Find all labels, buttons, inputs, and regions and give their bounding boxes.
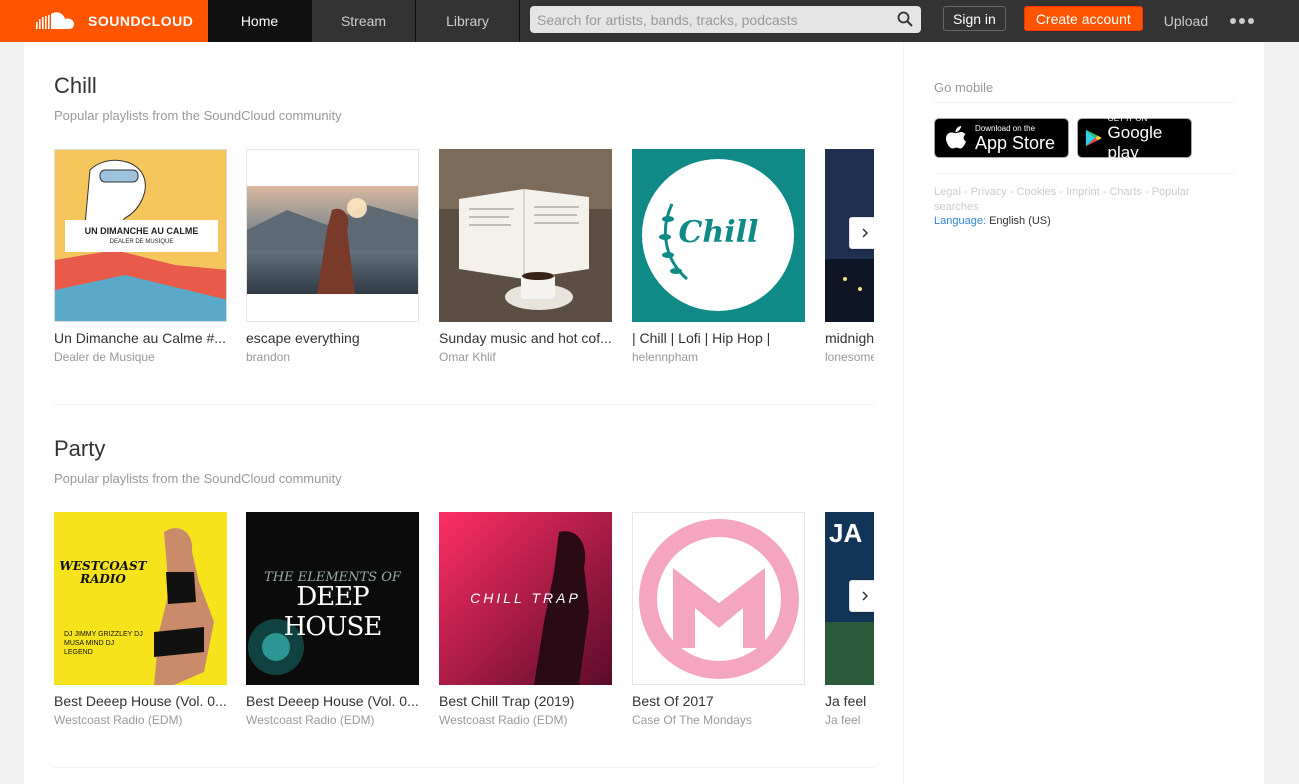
playlist-user[interactable]: Dealer de Musique bbox=[54, 350, 227, 364]
google-play-badge[interactable]: GET IT ON Google play bbox=[1077, 114, 1192, 162]
section-subtitle: Popular playlists from the SoundCloud co… bbox=[54, 108, 342, 123]
playlist-user[interactable]: Omar Khlif bbox=[439, 350, 612, 364]
chevron-right-icon bbox=[862, 228, 869, 238]
playlist-card[interactable]: UN DIMANCHE AU CALME DEALER DE MUSIQUE U… bbox=[54, 149, 227, 364]
playlist-row: UN DIMANCHE AU CALME DEALER DE MUSIQUE U… bbox=[54, 149, 874, 379]
playlist-title[interactable]: Best Chill Trap (2019) bbox=[439, 693, 612, 709]
language-value[interactable]: English (US) bbox=[989, 215, 1051, 227]
upload-link[interactable]: Upload bbox=[1164, 0, 1208, 42]
carousel-next-button[interactable] bbox=[849, 580, 874, 612]
tab-stream[interactable]: Stream bbox=[312, 0, 416, 42]
apple-icon bbox=[946, 126, 966, 149]
carousel-next-button[interactable] bbox=[849, 217, 874, 249]
playlist-title[interactable]: Un Dimanche au Calme #... bbox=[54, 330, 227, 346]
artwork-subtext: DEEP HOUSE bbox=[283, 582, 383, 642]
artwork-subtext: DEALER DE MUSIQUE bbox=[109, 239, 174, 245]
playlist-card[interactable]: escape everything brandon bbox=[246, 149, 419, 364]
right-sidebar: Go mobile Download on the App Store GET … bbox=[903, 42, 1264, 784]
language-label: Language: bbox=[934, 215, 986, 227]
search-box bbox=[530, 6, 921, 33]
cloud-logo-icon bbox=[36, 12, 74, 29]
chevron-right-icon bbox=[862, 591, 869, 601]
google-play-icon bbox=[1085, 129, 1102, 147]
playlist-title[interactable]: Best Deeep House (Vol. 0... bbox=[246, 693, 419, 709]
playlist-artwork[interactable] bbox=[439, 149, 612, 322]
logo-text: SOUNDCLOUD bbox=[88, 13, 194, 29]
privacy-link[interactable]: Privacy bbox=[971, 186, 1007, 198]
legal-link[interactable]: Legal bbox=[934, 186, 961, 198]
artwork-subtext: DJ JIMMY GRIZZLEY DJ MUSA MIND DJ LEGEND bbox=[64, 631, 143, 656]
tab-home[interactable]: Home bbox=[208, 0, 312, 42]
playlist-artwork[interactable]: Chill bbox=[632, 149, 805, 322]
imprint-link[interactable]: Imprint bbox=[1066, 186, 1100, 198]
playlist-artwork[interactable] bbox=[632, 512, 805, 685]
playlist-artwork[interactable] bbox=[246, 149, 419, 322]
search-icon[interactable] bbox=[897, 11, 913, 27]
playlist-title[interactable]: midnigh bbox=[825, 330, 874, 346]
playlist-user[interactable]: Westcoast Radio (EDM) bbox=[439, 713, 612, 727]
playlist-title[interactable]: escape everything bbox=[246, 330, 419, 346]
section-subtitle: Popular playlists from the SoundCloud co… bbox=[54, 471, 342, 486]
playlist-card[interactable]: WESTCOAST RADIO DJ JIMMY GRIZZLEY DJ MUS… bbox=[54, 512, 227, 727]
artwork-text: Chill bbox=[678, 215, 759, 250]
language-selector[interactable]: Language: English (US) bbox=[934, 215, 1051, 227]
charts-link[interactable]: Charts bbox=[1109, 186, 1141, 198]
playlist-card[interactable]: JA Ja feel Ja feel bbox=[825, 512, 874, 727]
playlist-card[interactable]: Chill | Chill | Lofi | Hip Hop | helennp… bbox=[632, 149, 805, 364]
top-header: SOUNDCLOUD Home Stream Library Sign in C… bbox=[0, 0, 1299, 42]
playlist-title[interactable]: Sunday music and hot cof... bbox=[439, 330, 612, 346]
playlist-artwork[interactable]: CHILL TRAP bbox=[439, 512, 612, 685]
google-play-big: Google play bbox=[1107, 122, 1163, 162]
main-panel: Chill Popular playlists from the SoundCl… bbox=[24, 42, 1264, 784]
playlist-user[interactable]: Westcoast Radio (EDM) bbox=[246, 713, 419, 727]
playlist-title[interactable]: Best Of 2017 bbox=[632, 693, 805, 709]
search-input[interactable] bbox=[530, 6, 921, 33]
playlist-user[interactable]: Ja feel bbox=[825, 713, 874, 727]
playlist-card[interactable]: THE ELEMENTS OF DEEP HOUSE Best Deeep Ho… bbox=[246, 512, 419, 727]
playlist-card[interactable]: CHILL TRAP Best Chill Trap (2019) Westco… bbox=[439, 512, 612, 727]
playlist-user[interactable]: lonesome bbox=[825, 350, 874, 364]
playlist-title[interactable]: Best Deeep House (Vol. 0... bbox=[54, 693, 227, 709]
playlist-user[interactable]: Westcoast Radio (EDM) bbox=[54, 713, 227, 727]
sign-in-button[interactable]: Sign in bbox=[943, 6, 1006, 31]
artwork-text: CHILL TRAP bbox=[470, 590, 581, 606]
cookies-link[interactable]: Cookies bbox=[1017, 186, 1057, 198]
playlist-card[interactable]: Sunday music and hot cof... Omar Khlif bbox=[439, 149, 612, 364]
artwork-text: JA bbox=[829, 518, 863, 548]
section-title: Party bbox=[54, 436, 106, 461]
create-account-button[interactable]: Create account bbox=[1023, 6, 1143, 31]
playlist-artwork[interactable]: THE ELEMENTS OF DEEP HOUSE bbox=[246, 512, 419, 685]
more-options-icon[interactable] bbox=[1230, 0, 1255, 42]
artwork-text: WESTCOAST RADIO bbox=[59, 559, 147, 586]
google-play-small: GET IT ON bbox=[1107, 113, 1148, 123]
tab-library[interactable]: Library bbox=[416, 0, 520, 42]
app-store-big: App Store bbox=[975, 132, 1056, 153]
playlist-title[interactable]: Ja feel bbox=[825, 693, 874, 709]
playlist-user[interactable]: helennpham bbox=[632, 350, 805, 364]
section-party: Party Popular playlists from the SoundCl… bbox=[54, 405, 874, 768]
playlist-row: WESTCOAST RADIO DJ JIMMY GRIZZLEY DJ MUS… bbox=[54, 512, 874, 742]
footer-links: Legal - Privacy - Cookies - Imprint - Ch… bbox=[934, 186, 1190, 213]
app-store-small: Download on the bbox=[975, 123, 1036, 133]
app-store-badge[interactable]: Download on the App Store bbox=[934, 118, 1069, 158]
playlist-user[interactable]: Case Of The Mondays bbox=[632, 713, 805, 727]
playlist-artwork[interactable]: UN DIMANCHE AU CALME DEALER DE MUSIQUE bbox=[54, 149, 227, 322]
playlist-title[interactable]: | Chill | Lofi | Hip Hop | bbox=[632, 330, 805, 346]
go-mobile-heading: Go mobile bbox=[934, 80, 994, 95]
soundcloud-logo[interactable]: SOUNDCLOUD bbox=[0, 0, 208, 42]
section-title: Chill bbox=[54, 73, 97, 98]
playlist-artwork[interactable]: WESTCOAST RADIO DJ JIMMY GRIZZLEY DJ MUS… bbox=[54, 512, 227, 685]
playlist-user[interactable]: brandon bbox=[246, 350, 419, 364]
playlist-card[interactable]: Best Of 2017 Case Of The Mondays bbox=[632, 512, 805, 727]
divider bbox=[934, 173, 1235, 174]
playlist-card[interactable]: midnigh lonesome bbox=[825, 149, 874, 364]
artwork-text: UN DIMANCHE AU CALME bbox=[84, 226, 199, 236]
content-column: Chill Popular playlists from the SoundCl… bbox=[54, 42, 874, 768]
divider bbox=[934, 102, 1235, 103]
section-chill: Chill Popular playlists from the SoundCl… bbox=[54, 42, 874, 405]
